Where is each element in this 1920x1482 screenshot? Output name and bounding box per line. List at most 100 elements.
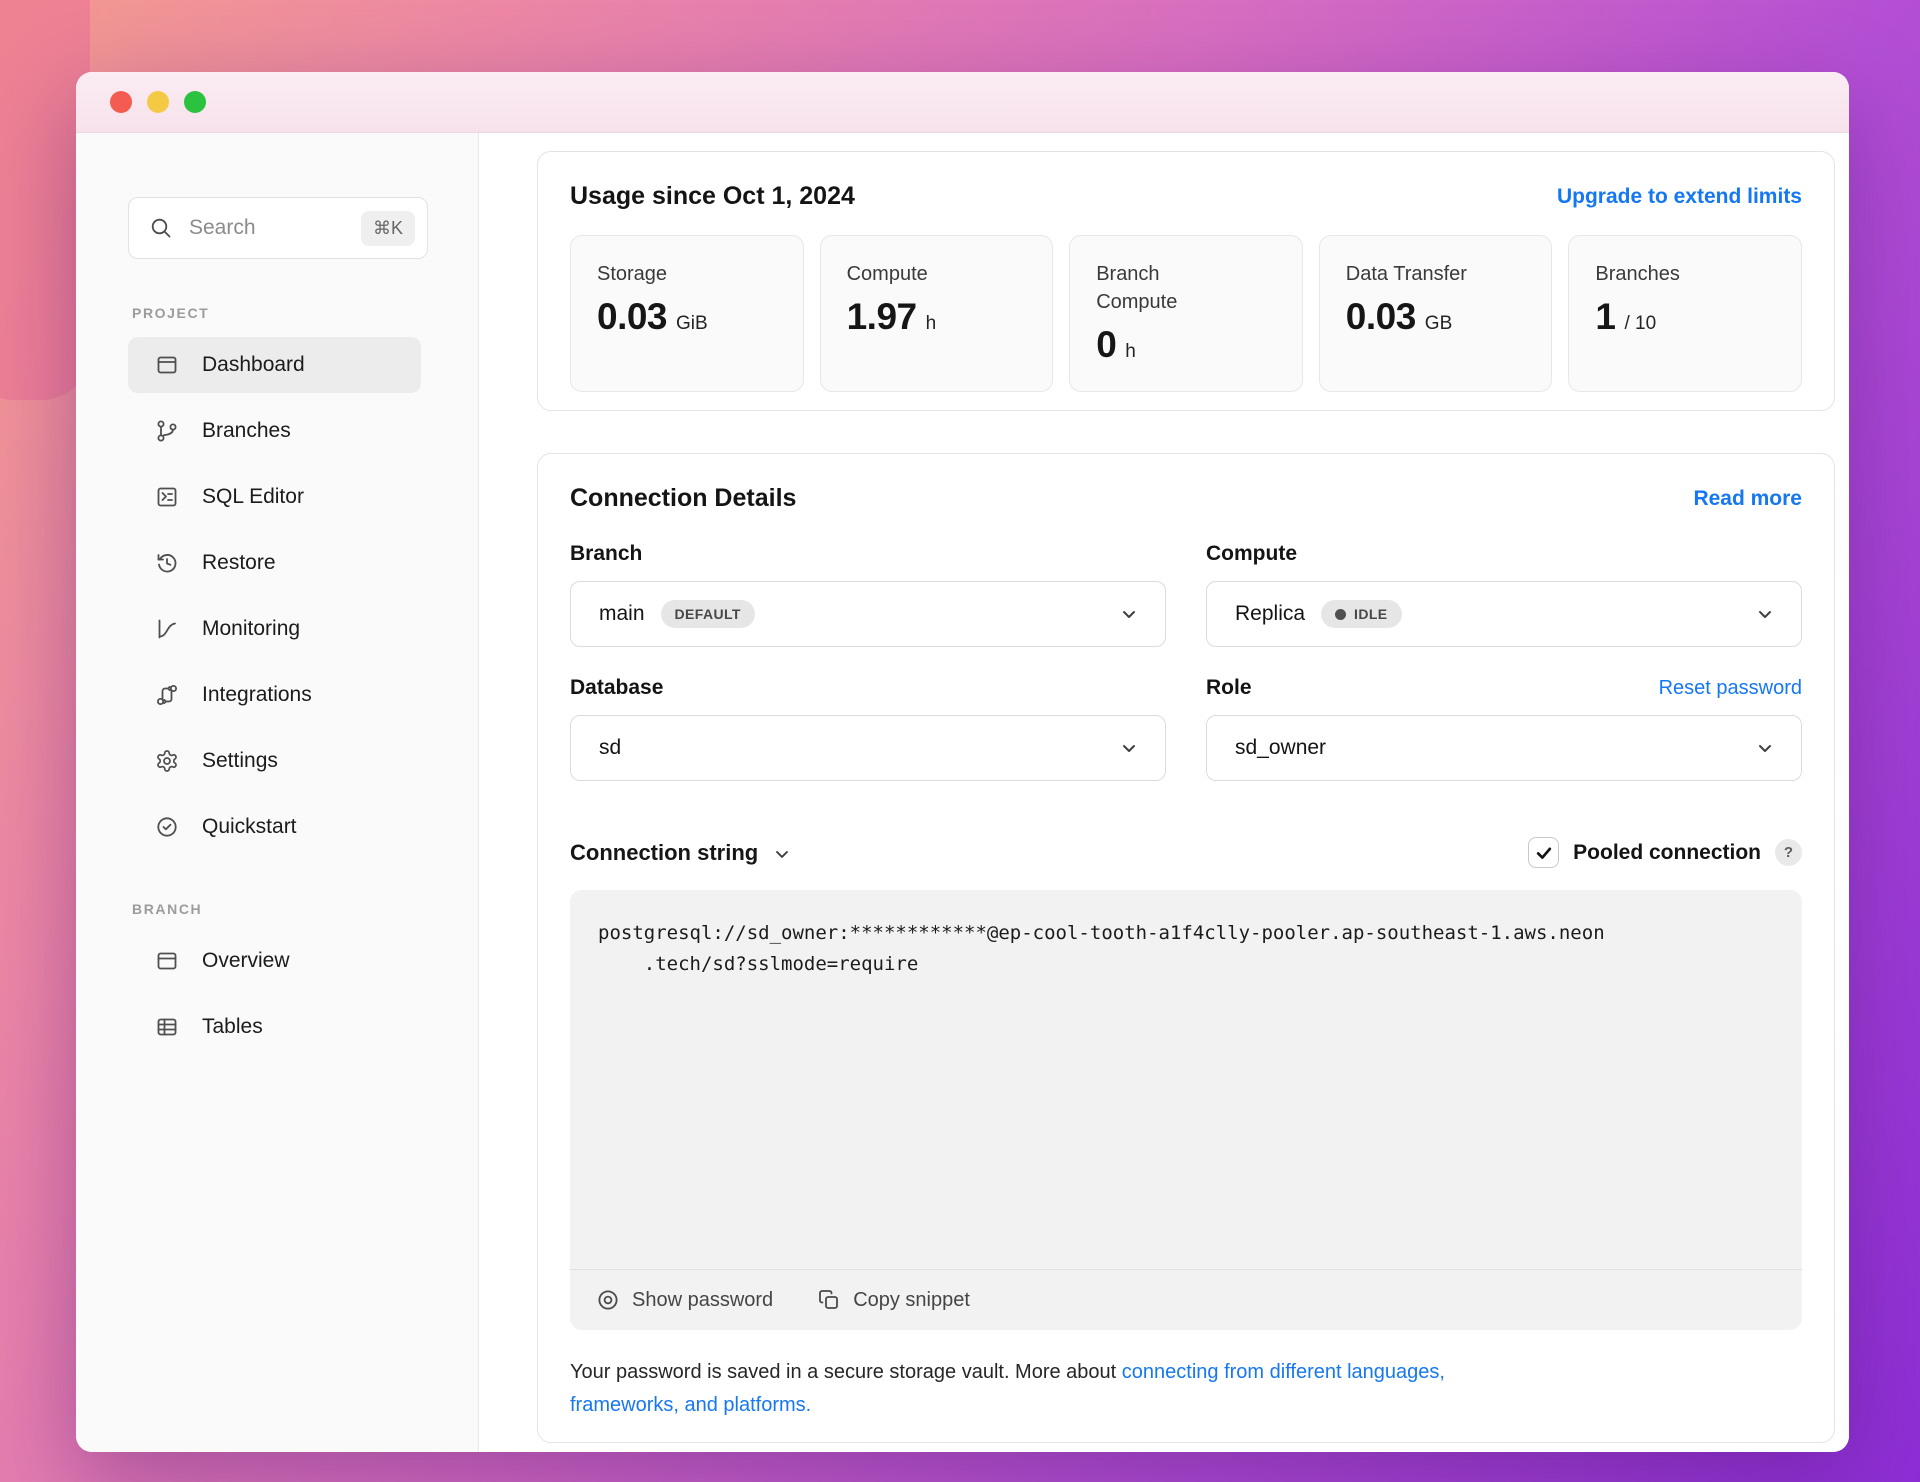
- main-content: Usage since Oct 1, 2024 Upgrade to exten…: [479, 133, 1849, 1452]
- section-label-project: PROJECT: [132, 305, 210, 321]
- password-note: Your password is saved in a secure stora…: [570, 1361, 1445, 1416]
- zoom-button[interactable]: [184, 91, 206, 113]
- branch-nav: Overview Tables: [76, 933, 478, 1055]
- stat-unit: GB: [1424, 313, 1453, 334]
- stat-compute: Compute 1.97 h: [819, 235, 1054, 392]
- database-field: Database sd: [570, 673, 1166, 781]
- reset-password-link[interactable]: Reset password: [1659, 677, 1802, 700]
- pooled-connection-label: Pooled connection: [1573, 840, 1761, 864]
- read-more-link[interactable]: Read more: [1693, 487, 1802, 511]
- connection-string-block: postgresql://sd_owner:************@ep-co…: [570, 890, 1802, 1330]
- stat-storage: Storage 0.03 GiB: [570, 235, 804, 392]
- compute-select[interactable]: Replica IDLE: [1206, 581, 1802, 647]
- sidebar-item-label: Monitoring: [202, 617, 301, 640]
- sidebar-item-tables[interactable]: Tables: [128, 999, 421, 1055]
- close-button[interactable]: [110, 91, 132, 113]
- usage-stats: Storage 0.03 GiB Compute 1.97 h Branch Com…: [570, 235, 1802, 392]
- upgrade-link[interactable]: Upgrade to extend limits: [1557, 185, 1802, 209]
- search-input[interactable]: Search ⌘K: [128, 197, 428, 259]
- table-icon: [154, 1015, 180, 1039]
- connection-string-value[interactable]: postgresql://sd_owner:************@ep-co…: [570, 890, 1802, 1269]
- stat-value: 0: [1096, 324, 1117, 365]
- sidebar-item-integrations[interactable]: Integrations: [128, 667, 421, 723]
- role-field: Role Reset password sd_owner: [1206, 673, 1802, 781]
- role-select[interactable]: sd_owner: [1206, 715, 1802, 781]
- app-window: Search ⌘K PROJECT Dashboard Branches SQL…: [76, 72, 1849, 1452]
- chevron-down-icon: [1753, 602, 1777, 626]
- show-password-button[interactable]: Show password: [596, 1288, 773, 1312]
- sidebar-item-branches[interactable]: Branches: [128, 403, 421, 459]
- connection-title: Connection Details: [570, 484, 797, 512]
- git-branch-icon: [154, 419, 180, 443]
- sidebar-item-label: Overview: [202, 949, 290, 972]
- sidebar-item-sql-editor[interactable]: SQL Editor: [128, 469, 421, 525]
- minimize-button[interactable]: [147, 91, 169, 113]
- stat-unit: h: [1125, 341, 1136, 362]
- terminal-icon: [154, 485, 180, 509]
- chart-curve-icon: [154, 617, 180, 641]
- pooled-connection-checkbox[interactable]: [1528, 837, 1560, 868]
- usage-title: Usage since Oct 1, 2024: [570, 182, 855, 210]
- sidebar-item-settings[interactable]: Settings: [128, 733, 421, 789]
- sidebar: Search ⌘K PROJECT Dashboard Branches SQL…: [76, 133, 479, 1452]
- chevron-down-icon: [1117, 602, 1141, 626]
- sidebar-item-label: Tables: [202, 1015, 263, 1038]
- status-dot: [1335, 608, 1347, 620]
- check-circle-icon: [154, 815, 180, 839]
- database-label: Database: [570, 676, 664, 699]
- copy-snippet-button[interactable]: Copy snippet: [817, 1288, 970, 1312]
- titlebar[interactable]: [76, 72, 1849, 133]
- help-icon[interactable]: ?: [1775, 839, 1802, 866]
- role-label: Role: [1206, 676, 1252, 699]
- sidebar-item-dashboard[interactable]: Dashboard: [128, 337, 421, 393]
- gear-icon: [154, 749, 180, 773]
- stat-unit: h: [925, 313, 937, 334]
- connection-details-card: Connection Details Read more Branch main…: [537, 453, 1835, 1443]
- stat-data-transfer: Data Transfer 0.03 GB: [1318, 235, 1553, 392]
- chevron-down-icon: [1117, 736, 1141, 760]
- idle-badge: IDLE: [1321, 600, 1402, 628]
- stat-unit: / 10: [1624, 313, 1657, 334]
- branch-select[interactable]: main DEFAULT: [570, 581, 1166, 647]
- copy-icon: [817, 1288, 841, 1312]
- eye-icon: [596, 1288, 620, 1312]
- sidebar-item-label: Integrations: [202, 683, 312, 706]
- history-clock-icon: [154, 551, 180, 575]
- sidebar-item-label: Branches: [202, 419, 291, 442]
- chevron-down-icon: [772, 844, 792, 864]
- stat-branches: Branches 1/ 10: [1568, 235, 1802, 392]
- search-icon: [149, 216, 173, 240]
- compute-label: Compute: [1206, 542, 1297, 565]
- database-select[interactable]: sd: [570, 715, 1166, 781]
- sidebar-item-label: Dashboard: [202, 353, 305, 376]
- connection-string-toggle[interactable]: Connection string: [570, 840, 792, 866]
- search-shortcut: ⌘K: [360, 210, 415, 246]
- branch-label: Branch: [570, 542, 643, 565]
- search-placeholder: Search: [189, 216, 256, 239]
- sidebar-item-label: Restore: [202, 551, 276, 574]
- stat-value: 0.03: [1345, 296, 1417, 337]
- chevron-down-icon: [1753, 736, 1777, 760]
- branch-field: Branch main DEFAULT: [570, 539, 1166, 647]
- sidebar-item-label: SQL Editor: [202, 485, 304, 508]
- git-compare-icon: [154, 683, 180, 707]
- sidebar-item-monitoring[interactable]: Monitoring: [128, 601, 421, 657]
- usage-card: Usage since Oct 1, 2024 Upgrade to exten…: [537, 151, 1835, 411]
- browser-window-icon: [154, 949, 180, 973]
- stat-value: 0.03: [597, 296, 668, 337]
- sidebar-item-label: Quickstart: [202, 815, 297, 838]
- stat-unit: GiB: [676, 313, 708, 334]
- stat-value: 1: [1595, 296, 1616, 337]
- sidebar-item-quickstart[interactable]: Quickstart: [128, 799, 421, 855]
- dashboard-icon: [154, 353, 180, 377]
- traffic-lights: [110, 91, 206, 113]
- sidebar-item-overview[interactable]: Overview: [128, 933, 421, 989]
- stat-branch-compute: Branch Compute 0h: [1069, 235, 1303, 392]
- stat-value: 1.97: [846, 296, 918, 337]
- project-nav: Dashboard Branches SQL Editor Restore Mo…: [76, 337, 478, 855]
- sidebar-item-restore[interactable]: Restore: [128, 535, 421, 591]
- compute-field: Compute Replica IDLE: [1206, 539, 1802, 647]
- sidebar-item-label: Settings: [202, 749, 278, 772]
- default-badge: DEFAULT: [660, 600, 755, 628]
- section-label-branch: BRANCH: [132, 901, 203, 917]
